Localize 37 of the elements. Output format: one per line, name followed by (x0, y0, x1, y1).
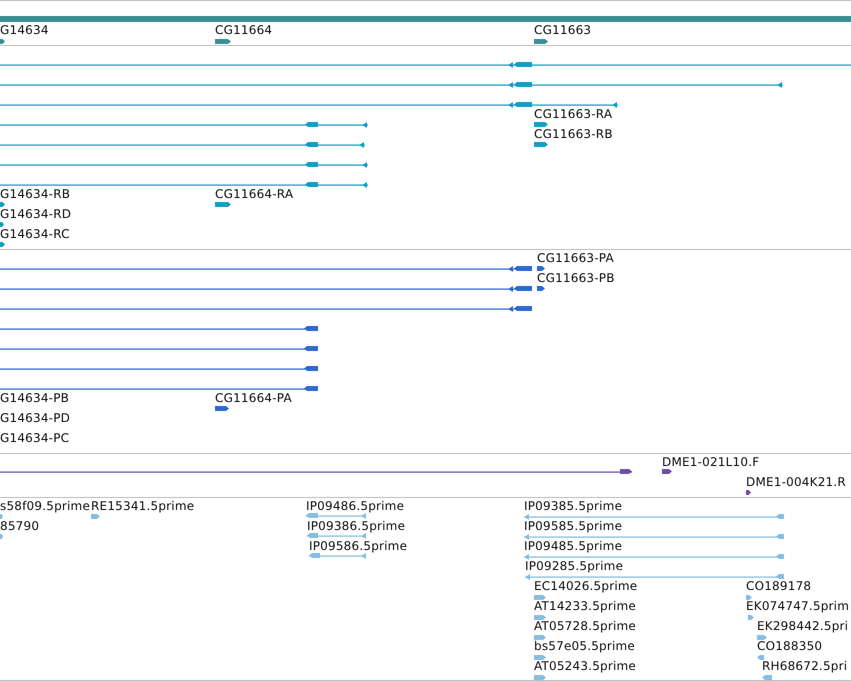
feature-label: G14634-RC (0, 227, 70, 241)
feature-label: IP09386.5prime (307, 519, 406, 533)
feature-label: CG11664-RA (215, 187, 294, 201)
feature-label: G14634-PB (0, 391, 70, 405)
feature-label: CG11663-RB (534, 127, 613, 141)
feature-label: G14634 (0, 23, 49, 37)
feature-label: DME1-004K21.R (746, 475, 846, 489)
feature-label: G14634-PC (0, 431, 70, 445)
feature-label: CG11663-RA (534, 107, 612, 121)
feature-label: CO188350 (757, 639, 822, 653)
feature-label: G14634-PD (0, 411, 70, 425)
feature-label: CG11664 (215, 23, 272, 37)
feature-label: RH68672.5pri (762, 659, 848, 673)
feature-label: s58f09.5prime (0, 499, 90, 513)
feature-label: AT14233.5prime (534, 599, 636, 613)
feature-label: IP09586.5prime (309, 539, 408, 553)
feature-label: EC14026.5prime (534, 579, 638, 593)
feature-label: IP09285.5prime (525, 559, 624, 573)
feature-label: IP09385.5prime (524, 499, 622, 513)
feature-label: G14634-RD (0, 207, 72, 221)
feature-label: IP09485.5prime (524, 539, 622, 553)
feature-label: IP09486.5prime (306, 499, 404, 513)
feature-label: AT05243.5prime (534, 659, 636, 673)
feature-label: G14634-RB (0, 187, 70, 201)
feature-label: CG11663 (534, 23, 592, 37)
feature-label: CG11664-PA (215, 391, 292, 405)
feature-label: CG11663-PB (537, 271, 615, 285)
feature-label: EK298442.5pri (757, 619, 848, 633)
feature-label: IP09585.5prime (524, 519, 622, 533)
feature-label: EK074747.5prim (746, 599, 850, 613)
feature-label: 85790 (0, 519, 40, 533)
feature-label: CG11663-PA (537, 251, 614, 265)
feature-label: DME1-021L10.F (662, 455, 760, 469)
feature-label: RE15341.5prime (91, 499, 194, 513)
feature-label: bs57e05.5prime (534, 639, 635, 653)
feature-label: CO189178 (746, 579, 812, 593)
feature-label: AT05728.5prime (534, 619, 636, 633)
